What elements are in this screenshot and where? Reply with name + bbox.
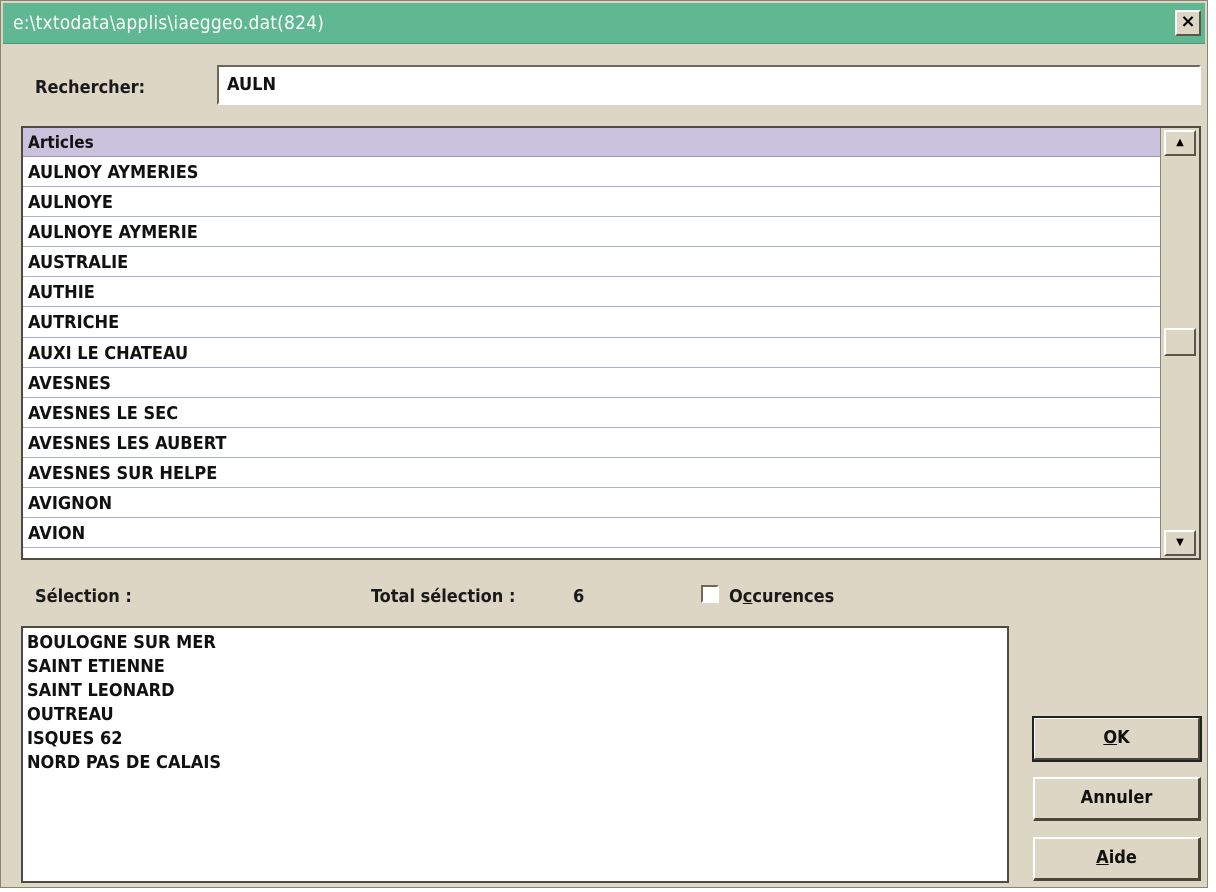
article-row[interactable]: AVION [23,518,1161,549]
cancel-button[interactable]: Annuler [1033,777,1201,821]
selection-item[interactable]: BOULOGNE SUR MER [27,631,1007,655]
articles-list[interactable]: Articles AULNOY AYMERIES AULNOYE AULNOYE A… [21,126,1201,560]
article-row[interactable]: AUTRICHE [23,307,1161,338]
article-row[interactable]: AULNOYE [23,187,1161,218]
scroll-up-button[interactable]: ▲ [1164,130,1196,156]
article-row[interactable]: AVESNES SUR HELPE [23,458,1161,489]
occurences-accelerator: c [742,586,753,607]
selection-item[interactable]: SAINT LEONARD [27,679,1007,703]
scroll-thumb[interactable] [1164,328,1196,356]
occurences-checkbox[interactable] [701,585,719,603]
total-selection-label: Total sélection : [371,586,516,607]
scroll-down-icon: ▼ [1176,537,1184,548]
close-button[interactable]: × [1175,10,1201,36]
dialog-window: e:\txtodata\applis\iaeggeo.dat(824) × Re… [0,0,1208,888]
occurences-label-part: O [729,586,743,607]
selection-label: Sélection : [35,586,132,607]
article-row[interactable]: AVESNES LES AUBERT [23,428,1161,458]
article-row[interactable]: AUSTRALIE [23,247,1161,278]
articles-scrollbar[interactable]: ▲ ▼ [1160,128,1199,558]
selection-item[interactable]: ISQUES 62 [27,727,1007,751]
selection-item[interactable]: OUTREAU [27,703,1007,727]
close-icon: × [1180,11,1196,32]
article-row[interactable]: AULNOY AYMERIES [23,157,1161,188]
search-input[interactable]: AULN [217,65,1201,105]
scroll-down-button[interactable]: ▼ [1164,530,1196,556]
window-title: e:\txtodata\applis\iaeggeo.dat(824) [13,12,325,34]
help-accelerator: A [1096,847,1109,868]
article-row[interactable]: AVESNES [23,368,1161,398]
articles-rows: AULNOY AYMERIES AULNOYE AULNOYE AYMERIE AUS… [23,157,1161,549]
selection-item[interactable]: SAINT ETIENNE [27,655,1007,679]
article-row[interactable]: AULNOYE AYMERIE [23,217,1161,248]
articles-column-header[interactable]: Articles [23,128,1161,157]
selection-item[interactable]: NORD PAS DE CALAIS [27,751,1007,775]
article-row[interactable]: AVESNES LE SEC [23,398,1161,428]
search-label: Rechercher: [35,77,146,98]
article-row[interactable]: AUTHIE [23,277,1161,308]
occurences-label-rest: curences [752,586,835,607]
ok-label-rest: K [1117,727,1130,748]
article-row[interactable]: AVIGNON [23,488,1161,519]
help-button[interactable]: Aide [1033,837,1201,881]
total-selection-value: 6 [573,586,585,607]
occurences-label[interactable]: Occurences [729,586,834,607]
title-bar[interactable]: e:\txtodata\applis\iaeggeo.dat(824) × [3,3,1205,44]
ok-button[interactable]: OK [1032,716,1202,762]
help-label-rest: ide [1108,847,1137,868]
scroll-up-icon: ▲ [1176,137,1184,148]
article-row[interactable]: AUXI LE CHATEAU [23,338,1161,368]
ok-accelerator: O [1103,727,1118,748]
selection-list[interactable]: BOULOGNE SUR MER SAINT ETIENNE SAINT LEONA… [21,626,1009,883]
